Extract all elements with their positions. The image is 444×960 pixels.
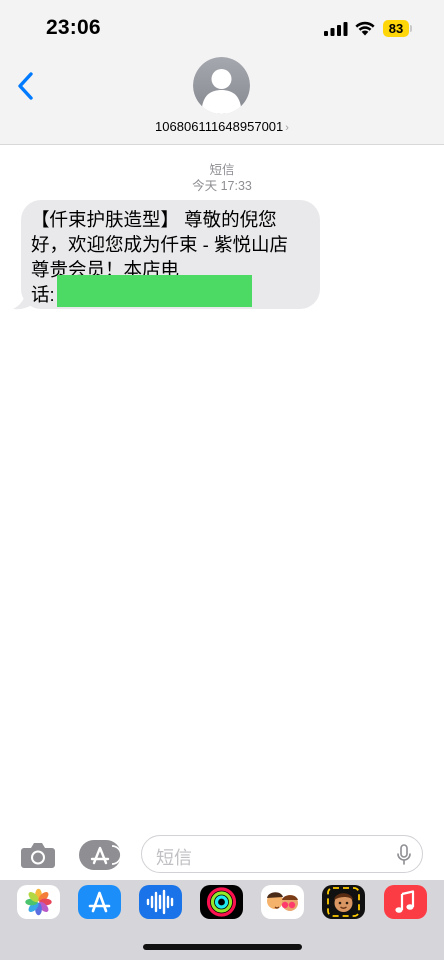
photos-app-icon[interactable]	[17, 885, 60, 919]
message-input-placeholder: 短信	[156, 848, 192, 868]
battery-cap	[410, 25, 412, 32]
message-line: 好，欢迎您成为仟束 - 紫悦山店	[31, 234, 288, 255]
battery-indicator: 83	[383, 20, 409, 37]
status-time: 23:06	[46, 16, 101, 39]
contact-number-text: 106806111648957001	[155, 119, 284, 134]
wifi-icon	[355, 21, 375, 36]
memoji-app-icon[interactable]	[261, 885, 304, 919]
audio-message-app-icon[interactable]	[139, 885, 182, 919]
home-indicator[interactable]	[143, 944, 302, 950]
contact-avatar[interactable]	[193, 57, 250, 114]
contact-number[interactable]: 106806111648957001 ›	[100, 119, 344, 134]
redacted-phone-number	[57, 275, 252, 307]
app-store-icon	[90, 845, 122, 865]
microphone-icon[interactable]	[396, 844, 412, 866]
back-chevron-icon[interactable]	[12, 66, 42, 106]
navigation-header: 23:06 83 106806111648957001 ›	[0, 0, 444, 145]
person-icon	[193, 57, 250, 114]
app-store-button[interactable]	[79, 840, 122, 870]
message-line: 【仟束护肤造型】 尊敬的倪您	[31, 209, 277, 230]
app-store-app-icon[interactable]	[78, 885, 121, 919]
chevron-right-icon: ›	[285, 122, 289, 134]
camera-icon[interactable]	[20, 841, 56, 869]
activity-app-icon[interactable]	[200, 885, 243, 919]
cellular-signal-icon	[324, 22, 348, 36]
memoji-stickers-app-icon[interactable]	[322, 885, 365, 919]
music-app-icon[interactable]	[384, 885, 427, 919]
message-input[interactable]: 短信	[141, 835, 423, 873]
message-timestamp: 今天 17:33	[192, 179, 252, 193]
